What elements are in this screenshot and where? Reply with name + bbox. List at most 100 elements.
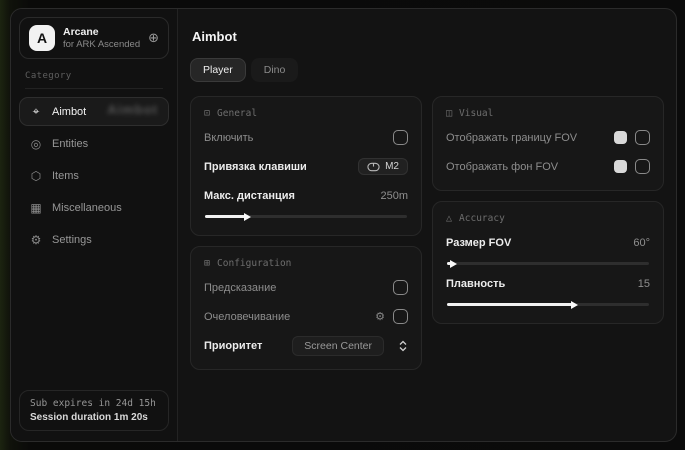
sidebar-item-items[interactable]: ⬡ Items (19, 162, 169, 190)
card-title: Configuration (217, 258, 291, 269)
keybind-button[interactable]: M2 (358, 158, 408, 175)
humanize-settings-gear-icon[interactable]: ⚙ (375, 310, 385, 323)
max-distance-value: 250m (380, 190, 408, 202)
humanize-checkbox[interactable] (393, 309, 408, 324)
sidebar-item-entities[interactable]: ◎ Entities (19, 130, 169, 158)
general-icon: ⊡ (204, 108, 210, 119)
fov-bg-row: Отображать фон FOV (446, 156, 650, 177)
priority-label: Приоритет (204, 340, 262, 352)
configuration-card: ⊞ Configuration Предсказание Очеловечива… (190, 246, 422, 370)
brand-text: Arcane for ARK Ascended (63, 26, 140, 51)
brand-logo: A (29, 25, 55, 51)
keybind-row: Привязка клавиши M2 (204, 156, 408, 177)
page-title: Aimbot (192, 29, 664, 44)
sidebar-item-label: Settings (52, 234, 92, 246)
configuration-icon: ⊞ (204, 258, 210, 269)
fov-bg-controls (614, 159, 650, 174)
sidebar-item-settings[interactable]: ⚙ Settings (19, 226, 169, 254)
session-duration-text: Session duration 1m 20s (30, 412, 158, 423)
fov-size-value: 60° (633, 237, 650, 249)
grid-icon: ▦ (29, 201, 43, 215)
card-title: Visual (459, 108, 493, 119)
fov-border-controls (614, 130, 650, 145)
configuration-card-header: ⊞ Configuration (204, 258, 408, 269)
enable-row: Включить (204, 127, 408, 148)
slider-fill (447, 303, 572, 306)
brand-card: A Arcane for ARK Ascended ⊕ (19, 17, 169, 59)
entities-icon: ◎ (29, 137, 43, 151)
sidebar-item-aimbot[interactable]: ⌖ Aimbot Aimbot (19, 97, 169, 126)
humanize-row: Очеловечивание ⚙ (204, 306, 408, 327)
sidebar: A Arcane for ARK Ascended ⊕ Category ⌖ A… (11, 9, 178, 441)
aimbot-ghost-watermark: Aimbot (107, 102, 158, 117)
tab-player[interactable]: Player (190, 58, 246, 82)
fov-bg-label: Отображать фон FOV (446, 161, 558, 173)
card-columns: ⊡ General Включить Привязка клавиши (190, 96, 664, 370)
keybind-value: M2 (385, 161, 399, 172)
visual-card-header: ◫ Visual (446, 108, 650, 119)
package-icon: ⬡ (29, 169, 43, 183)
visual-card: ◫ Visual Отображать границу FOV Отобража… (432, 96, 664, 191)
smoothness-value: 15 (638, 278, 650, 290)
sub-expires-text: Sub expires in 24d 15h (30, 398, 158, 409)
prediction-row: Предсказание (204, 277, 408, 298)
general-card: ⊡ General Включить Привязка клавиши (190, 96, 422, 236)
subscription-status-card: Sub expires in 24d 15h Session duration … (19, 390, 169, 431)
fov-border-label: Отображать границу FOV (446, 132, 577, 144)
image-icon: ◫ (446, 108, 452, 119)
max-distance-row: Макс. дистанция 250m (204, 185, 408, 206)
app-window: A Arcane for ARK Ascended ⊕ Category ⌖ A… (10, 8, 677, 442)
slider-thumb[interactable] (450, 260, 457, 268)
enable-checkbox[interactable] (393, 130, 408, 145)
chevrons-up-down-icon[interactable] (398, 340, 408, 352)
fov-border-color-swatch[interactable] (614, 131, 627, 144)
card-title: General (217, 108, 257, 119)
brand-subtitle: for ARK Ascended (63, 39, 140, 51)
slider-fill (205, 215, 245, 218)
mouse-icon (367, 162, 380, 172)
accuracy-card-header: △ Accuracy (446, 213, 650, 224)
target-icon[interactable]: ⊕ (148, 30, 159, 46)
priority-controls: Screen Center (292, 336, 408, 356)
priority-row: Приоритет Screen Center (204, 335, 408, 356)
humanize-controls: ⚙ (375, 309, 408, 324)
card-title: Accuracy (459, 213, 505, 224)
fov-size-row: Размер FOV 60° (446, 232, 650, 253)
general-card-header: ⊡ General (204, 108, 408, 119)
keybind-label: Привязка клавиши (204, 161, 307, 173)
fov-bg-color-swatch[interactable] (614, 160, 627, 173)
humanize-label: Очеловечивание (204, 311, 290, 323)
sidebar-item-label: Items (52, 170, 79, 182)
smoothness-row: Плавность 15 (446, 273, 650, 294)
accuracy-card: △ Accuracy Размер FOV 60° Плавность (432, 201, 664, 324)
category-label: Category (25, 71, 163, 89)
fov-border-checkbox[interactable] (635, 130, 650, 145)
fov-size-label: Размер FOV (446, 237, 511, 249)
right-column: ◫ Visual Отображать границу FOV Отобража… (432, 96, 664, 324)
slider-fill (447, 262, 451, 265)
prediction-checkbox[interactable] (393, 280, 408, 295)
enable-label: Включить (204, 132, 253, 144)
left-column: ⊡ General Включить Привязка клавиши (190, 96, 422, 370)
priority-dropdown[interactable]: Screen Center (292, 336, 384, 356)
fov-bg-checkbox[interactable] (635, 159, 650, 174)
brand-name: Arcane (63, 26, 140, 39)
tab-dino[interactable]: Dino (251, 58, 299, 82)
main-content: Aimbot Player Dino ⊡ General Включить (178, 9, 676, 441)
sidebar-item-label: Entities (52, 138, 88, 150)
fov-border-row: Отображать границу FOV (446, 127, 650, 148)
sidebar-nav: ⌖ Aimbot Aimbot ◎ Entities ⬡ Items ▦ Mis… (19, 97, 169, 254)
sidebar-item-label: Miscellaneous (52, 202, 122, 214)
gear-icon: ⚙ (29, 233, 43, 247)
smoothness-slider[interactable] (447, 303, 649, 306)
max-distance-slider[interactable] (205, 215, 407, 218)
sidebar-item-miscellaneous[interactable]: ▦ Miscellaneous (19, 194, 169, 222)
target-tabs: Player Dino (190, 58, 664, 82)
slider-thumb[interactable] (571, 301, 578, 309)
prediction-label: Предсказание (204, 282, 276, 294)
crosshair-icon: ⌖ (29, 104, 43, 119)
sidebar-item-label: Aimbot (52, 106, 86, 118)
slider-thumb[interactable] (244, 213, 251, 221)
max-distance-label: Макс. дистанция (204, 190, 295, 202)
fov-size-slider[interactable] (447, 262, 649, 265)
